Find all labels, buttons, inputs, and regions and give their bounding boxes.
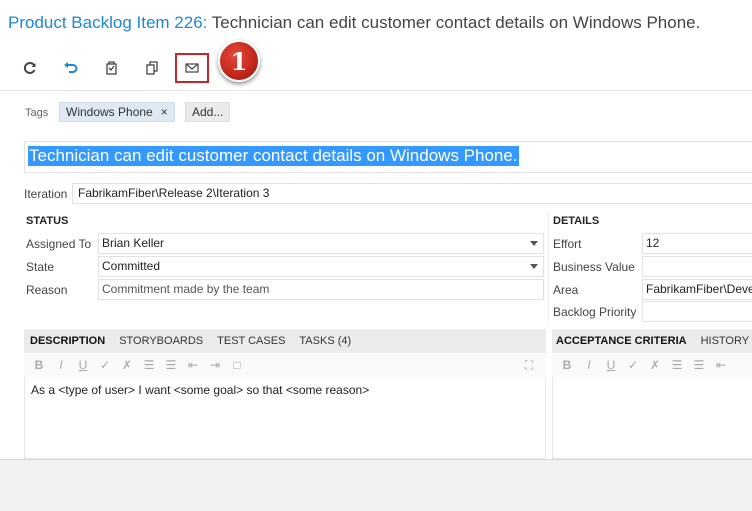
tags-label: Tags bbox=[25, 107, 49, 119]
assigned-to-dropdown[interactable]: Brian Keller bbox=[98, 233, 544, 254]
area-label: Area bbox=[553, 283, 579, 297]
bold-button[interactable]: B bbox=[556, 358, 578, 372]
copy-button[interactable] bbox=[139, 57, 165, 79]
underline-button[interactable]: U bbox=[72, 358, 94, 372]
undo-icon bbox=[64, 62, 78, 73]
state-value: Committed bbox=[102, 259, 161, 273]
acceptance-criteria-editor[interactable] bbox=[552, 377, 752, 459]
undo-button[interactable] bbox=[57, 57, 83, 79]
page-title: Product Backlog Item 226: Technician can… bbox=[8, 13, 700, 33]
add-tag-button[interactable]: Add... bbox=[185, 102, 231, 122]
copy-icon bbox=[146, 61, 158, 75]
tab-history[interactable]: HISTORY bbox=[701, 335, 750, 347]
clear-format-button[interactable]: ✗ bbox=[644, 358, 666, 372]
effort-field[interactable]: 12 bbox=[642, 233, 752, 254]
backlog-priority-label: Backlog Priority bbox=[553, 305, 637, 319]
indent-button[interactable]: ⇥ bbox=[204, 358, 226, 372]
tag-remove-icon[interactable]: × bbox=[161, 105, 168, 119]
reason-field[interactable]: Commitment made by the team bbox=[98, 279, 544, 300]
business-value-label: Business Value bbox=[553, 260, 635, 274]
highlight-button[interactable]: ✓ bbox=[94, 358, 116, 372]
tab-test-cases[interactable]: TEST CASES bbox=[217, 335, 285, 347]
history-button[interactable] bbox=[99, 57, 125, 79]
step-callout-badge: 1 bbox=[218, 40, 260, 82]
title-bar: Product Backlog Item 226: Technician can… bbox=[0, 0, 752, 50]
bullet-list-button[interactable]: ☰ bbox=[666, 358, 688, 372]
toolbar bbox=[0, 50, 752, 90]
state-label: State bbox=[26, 260, 55, 274]
iteration-field[interactable]: FabrikamFiber\Release 2\Iteration 3 bbox=[72, 183, 752, 204]
area-field[interactable]: FabrikamFiber\Deve bbox=[642, 279, 752, 300]
work-item-title-heading: Technician can edit customer contact det… bbox=[207, 13, 701, 32]
assigned-to-value: Brian Keller bbox=[102, 236, 165, 250]
tab-description[interactable]: DESCRIPTION bbox=[30, 335, 105, 347]
underline-button[interactable]: U bbox=[600, 358, 622, 372]
divider bbox=[0, 90, 752, 91]
highlight-button[interactable]: ✓ bbox=[622, 358, 644, 372]
status-heading: STATUS bbox=[26, 215, 69, 227]
reason-label: Reason bbox=[26, 283, 68, 297]
tab-storyboards[interactable]: STORYBOARDS bbox=[119, 335, 203, 347]
title-field[interactable]: Technician can edit customer contact det… bbox=[24, 141, 752, 173]
refresh-button[interactable] bbox=[17, 57, 43, 79]
column-divider bbox=[548, 212, 549, 322]
acceptance-format-toolbar: B I U ✓ ✗ ☰ ☰ ⇤ bbox=[552, 353, 752, 377]
title-field-value: Technician can edit customer contact det… bbox=[28, 146, 519, 166]
italic-button[interactable]: I bbox=[578, 358, 600, 372]
chevron-down-icon bbox=[530, 264, 538, 269]
description-text: As a <type of user> I want <some goal> s… bbox=[31, 383, 370, 397]
details-heading: DETAILS bbox=[553, 215, 600, 227]
description-editor[interactable]: As a <type of user> I want <some goal> s… bbox=[24, 377, 546, 459]
bold-button[interactable]: B bbox=[28, 358, 50, 372]
bullet-list-button[interactable]: ☰ bbox=[138, 358, 160, 372]
state-dropdown[interactable]: Committed bbox=[98, 256, 544, 277]
outdent-button[interactable]: ⇤ bbox=[710, 358, 732, 372]
tag-label: Windows Phone bbox=[66, 105, 153, 119]
work-item-id: Product Backlog Item 226: bbox=[8, 13, 208, 32]
italic-button[interactable]: I bbox=[50, 358, 72, 372]
email-icon bbox=[185, 63, 199, 73]
numbered-list-button[interactable]: ☰ bbox=[688, 358, 710, 372]
right-tab-bar: ACCEPTANCE CRITERIA HISTORY L bbox=[552, 329, 752, 353]
tab-acceptance-criteria[interactable]: ACCEPTANCE CRITERIA bbox=[556, 335, 687, 347]
tab-tasks[interactable]: TASKS (4) bbox=[299, 335, 351, 347]
assigned-to-label: Assigned To bbox=[26, 237, 92, 251]
numbered-list-button[interactable]: ☰ bbox=[160, 358, 182, 372]
left-tab-bar: DESCRIPTION STORYBOARDS TEST CASES TASKS… bbox=[24, 329, 546, 353]
effort-label: Effort bbox=[553, 237, 582, 251]
description-format-toolbar: B I U ✓ ✗ ☰ ☰ ⇤ ⇥ □ ⛶ bbox=[24, 353, 546, 377]
iteration-label: Iteration bbox=[24, 187, 68, 201]
refresh-icon bbox=[24, 62, 36, 74]
insert-image-button[interactable]: □ bbox=[226, 358, 248, 372]
chevron-down-icon bbox=[530, 241, 538, 246]
bottom-bar bbox=[0, 459, 752, 511]
backlog-priority-field[interactable] bbox=[642, 301, 752, 322]
outdent-button[interactable]: ⇤ bbox=[182, 358, 204, 372]
business-value-field[interactable] bbox=[642, 256, 752, 277]
maximize-icon[interactable]: ⛶ bbox=[518, 358, 540, 373]
email-work-item-button[interactable] bbox=[175, 53, 209, 83]
tag-windows-phone: Windows Phone × bbox=[59, 102, 175, 122]
work-item-history-icon bbox=[106, 61, 117, 75]
clear-format-button[interactable]: ✗ bbox=[116, 358, 138, 372]
